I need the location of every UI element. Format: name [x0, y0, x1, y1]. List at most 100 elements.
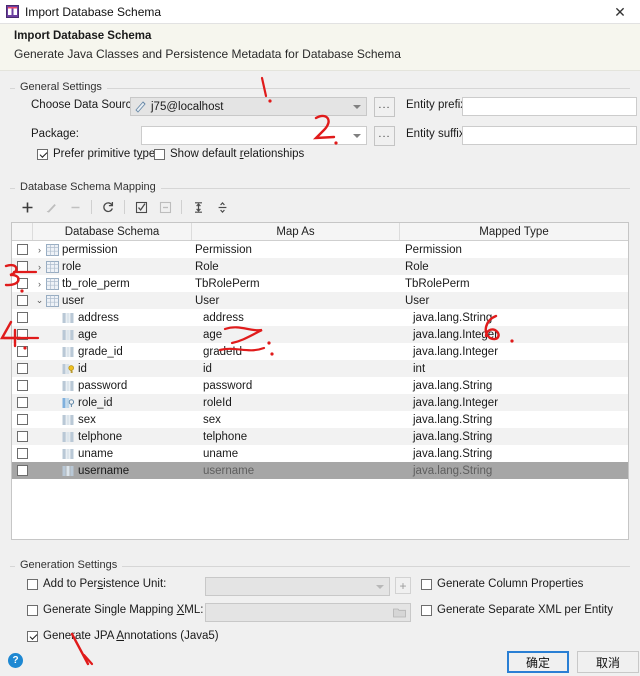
general-settings-group: General Settings Choose Data Source: j75… — [10, 88, 630, 166]
table-row[interactable]: ›tb_role_permTbRolePermTbRolePerm — [12, 275, 628, 292]
row-schema-name: username — [78, 465, 129, 477]
row-checkbox[interactable] — [12, 448, 33, 459]
column-icon — [62, 380, 75, 392]
row-schema-name: id — [78, 363, 87, 375]
row-checkbox[interactable] — [12, 363, 33, 374]
table-header-row: Database Schema Map As Mapped Type — [12, 223, 628, 241]
header-database-schema[interactable]: Database Schema — [33, 223, 192, 240]
entity-prefix-input[interactable] — [462, 97, 637, 116]
data-source-combo[interactable]: j75@localhost — [130, 97, 367, 116]
table-icon — [46, 244, 59, 256]
chevron-down-icon[interactable]: ⌄ — [33, 295, 46, 306]
toolbar-separator — [124, 200, 125, 214]
header-mapped-type[interactable]: Mapped Type — [400, 223, 628, 240]
chevron-right-icon[interactable]: › — [33, 245, 46, 255]
column-icon — [62, 431, 75, 443]
row-mapped-type: java.lang.Integer — [413, 346, 498, 358]
table-row[interactable]: telphonetelphonejava.lang.String — [12, 428, 628, 445]
remove-button — [63, 196, 87, 218]
row-checkbox[interactable] — [12, 397, 33, 408]
row-checkbox[interactable] — [12, 329, 33, 340]
column-icon — [62, 414, 75, 426]
package-browse-button[interactable]: ... — [374, 126, 395, 146]
schema-mapping-group: Database Schema Mapping — [10, 188, 630, 546]
row-checkbox[interactable] — [12, 431, 33, 442]
checkbox-box — [421, 579, 432, 590]
close-icon[interactable]: ✕ — [600, 0, 640, 24]
package-combo[interactable] — [141, 126, 367, 145]
row-mapped-type: java.lang.Integer — [413, 329, 498, 341]
table-row[interactable]: grade_idgradeIdjava.lang.Integer — [12, 343, 628, 360]
ok-button[interactable]: 确定 — [507, 651, 569, 673]
primary-key-column-icon — [62, 363, 75, 375]
refresh-button[interactable] — [96, 196, 120, 218]
schema-mapping-legend: Database Schema Mapping — [15, 181, 161, 193]
toolbar-separator — [91, 200, 92, 214]
table-row[interactable]: addressaddressjava.lang.String — [12, 309, 628, 326]
checkbox-box — [17, 465, 28, 476]
header-map-as[interactable]: Map As — [192, 223, 400, 240]
row-checkbox[interactable] — [12, 380, 33, 391]
table-row[interactable]: passwordpasswordjava.lang.String — [12, 377, 628, 394]
foreign-key-column-icon — [62, 397, 75, 409]
row-checkbox[interactable] — [12, 295, 33, 306]
checkbox-box — [17, 431, 28, 442]
prefer-primitive-types-checkbox[interactable]: Prefer primitive types — [37, 148, 161, 160]
chevron-right-icon[interactable]: › — [33, 262, 46, 272]
row-map-as: gradeId — [203, 346, 242, 358]
row-schema-name: user — [62, 295, 84, 307]
generate-single-mapping-xml-checkbox[interactable]: Generate Single Mapping XML: — [27, 604, 203, 616]
data-source-browse-button[interactable]: ... — [374, 97, 395, 117]
schema-mapping-table[interactable]: Database Schema Map As Mapped Type ›perm… — [11, 222, 629, 540]
table-row[interactable]: ageagejava.lang.Integer — [12, 326, 628, 343]
deselect-all-button — [153, 196, 177, 218]
select-all-button[interactable] — [129, 196, 153, 218]
table-row[interactable]: ›roleRoleRole — [12, 258, 628, 275]
show-default-relationships-checkbox[interactable]: Show default relationships — [154, 148, 304, 160]
row-map-as: id — [203, 363, 212, 375]
help-icon[interactable]: ? — [8, 653, 23, 668]
persistence-unit-combo — [205, 577, 390, 596]
generate-separate-xml-checkbox[interactable]: Generate Separate XML per Entity — [421, 604, 613, 616]
title-bar: Import Database Schema ✕ — [0, 0, 640, 24]
generation-settings-group: Generation Settings Add to Persistence U… — [10, 566, 630, 646]
annotation-7b-stroke — [84, 655, 92, 664]
table-row[interactable]: ididint — [12, 360, 628, 377]
checkbox-box — [17, 380, 28, 391]
row-checkbox[interactable] — [12, 278, 33, 289]
row-checkbox[interactable] — [12, 346, 33, 357]
entity-suffix-input[interactable] — [462, 126, 637, 145]
row-mapped-type: java.lang.String — [413, 465, 492, 477]
table-row[interactable]: sexsexjava.lang.String — [12, 411, 628, 428]
expand-all-button[interactable] — [186, 196, 210, 218]
add-to-persistence-unit-checkbox[interactable]: Add to Persistence Unit: — [27, 578, 166, 590]
table-row[interactable]: role_idroleIdjava.lang.Integer — [12, 394, 628, 411]
checkbox-box — [27, 631, 38, 642]
edit-button — [39, 196, 63, 218]
collapse-all-button[interactable] — [210, 196, 234, 218]
checkbox-box — [17, 448, 28, 459]
generate-column-properties-checkbox[interactable]: Generate Column Properties — [421, 578, 583, 590]
column-icon — [62, 346, 75, 358]
cancel-button[interactable]: 取消 — [577, 651, 639, 673]
table-row[interactable]: usernameusernamejava.lang.String — [12, 462, 628, 479]
column-icon — [62, 448, 75, 460]
row-checkbox[interactable] — [12, 465, 33, 476]
row-schema-name: role — [62, 261, 81, 273]
table-row[interactable]: unameunamejava.lang.String — [12, 445, 628, 462]
generation-settings-legend: Generation Settings — [15, 559, 122, 571]
chevron-right-icon[interactable]: › — [33, 279, 46, 289]
row-checkbox[interactable] — [12, 312, 33, 323]
row-checkbox[interactable] — [12, 244, 33, 255]
table-row[interactable]: ›permissionPermissionPermission — [12, 241, 628, 258]
row-checkbox[interactable] — [12, 261, 33, 272]
row-map-as: Permission — [195, 244, 252, 256]
row-checkbox[interactable] — [12, 414, 33, 425]
add-button[interactable] — [15, 196, 39, 218]
generate-jpa-annotations-checkbox[interactable]: Generate JPA Annotations (Java5) — [27, 630, 219, 642]
row-schema-name: age — [78, 329, 97, 341]
table-row[interactable]: ⌄userUserUser — [12, 292, 628, 309]
row-mapped-type: java.lang.String — [413, 431, 492, 443]
add-persistence-unit-button[interactable]: + — [395, 577, 411, 594]
show-default-relationships-label: Show default relationships — [170, 148, 304, 160]
